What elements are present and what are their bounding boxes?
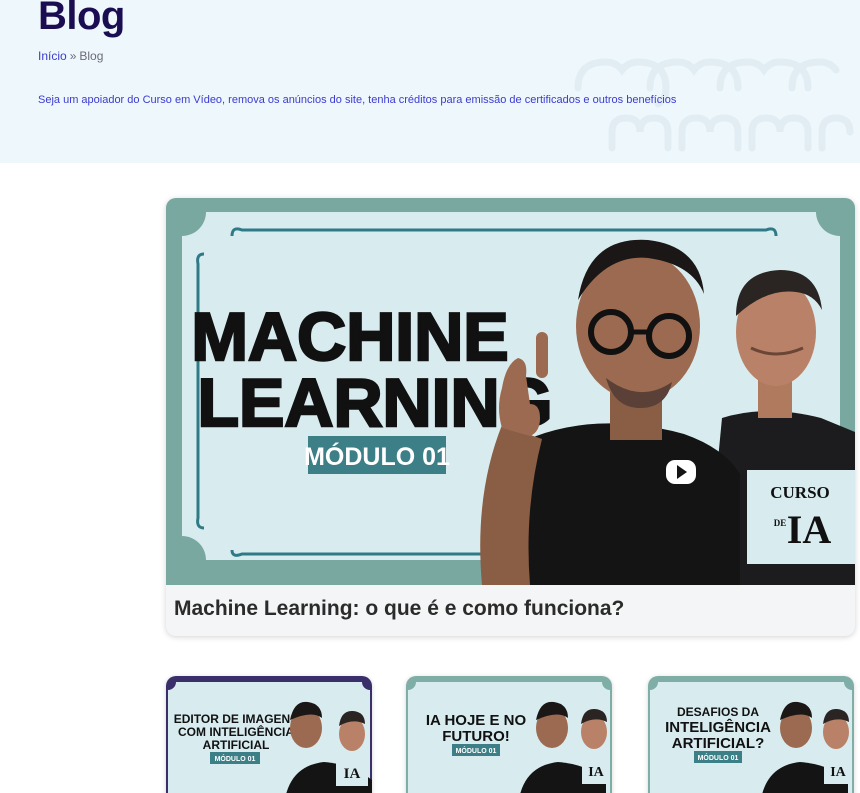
card-line-1: DESAFIOS DA [677, 705, 759, 719]
card-module: MÓDULO 01 [215, 754, 256, 763]
post-card[interactable]: DESAFIOS DA INTELIGÊNCIA ARTIFICIAL? MÓD… [648, 676, 854, 793]
post-card[interactable]: IA HOJE E NO FUTURO! MÓDULO 01 IA [406, 676, 612, 793]
thumb-logo-ia: IA [787, 507, 832, 552]
card-line-3: ARTIFICIAL? [672, 735, 764, 752]
card-line-2: COM INTELIGÊNCIA [178, 724, 294, 739]
card-line-1: EDITOR DE IMAGENS [174, 712, 298, 726]
thumb-module-badge: MÓDULO 01 [304, 441, 450, 471]
post-card[interactable]: EDITOR DE IMAGENS COM INTELIGÊNCIA ARTIF… [166, 676, 372, 793]
post-thumbnail[interactable]: DESAFIOS DA INTELIGÊNCIA ARTIFICIAL? MÓD… [648, 676, 854, 793]
breadcrumb-home-link[interactable]: Início [38, 49, 67, 63]
page-header: Blog Início» Blog Seja um apoiador do Cur… [0, 0, 860, 163]
breadcrumb-separator: » [69, 49, 77, 63]
card-line-2: INTELIGÊNCIA [665, 718, 771, 736]
thumb-line-1: MACHINE [191, 299, 508, 375]
card-module: MÓDULO 01 [698, 753, 739, 762]
breadcrumb-current: Blog [79, 49, 104, 63]
supporter-link[interactable]: Seja um apoiador do Curso em Vídeo, remo… [38, 94, 676, 106]
card-line-1: IA HOJE E NO [426, 712, 527, 729]
card-line-2: FUTURO! [442, 728, 510, 745]
card-line-3: ARTIFICIAL [203, 738, 270, 752]
thumb-logo-de: DE [774, 518, 787, 528]
featured-post-card[interactable]: MACHINE LEARNING MÓDULO 01 CURSO DE IA M… [166, 198, 855, 636]
featured-post-title[interactable]: Machine Learning: o que é e como funcion… [174, 597, 624, 621]
card-module: MÓDULO 01 [456, 746, 497, 755]
featured-post-thumbnail[interactable]: MACHINE LEARNING MÓDULO 01 CURSO DE IA [166, 198, 855, 585]
thumb-logo-curso: CURSO [770, 483, 830, 502]
card-logo: IA [830, 765, 846, 780]
breadcrumb: Início» Blog [38, 49, 103, 63]
page-title: Blog [38, 0, 125, 38]
post-thumbnail[interactable]: IA HOJE E NO FUTURO! MÓDULO 01 IA [406, 676, 612, 793]
card-logo: IA [588, 765, 604, 780]
post-thumbnail[interactable]: EDITOR DE IMAGENS COM INTELIGÊNCIA ARTIF… [166, 676, 372, 793]
card-logo: IA [344, 766, 361, 782]
